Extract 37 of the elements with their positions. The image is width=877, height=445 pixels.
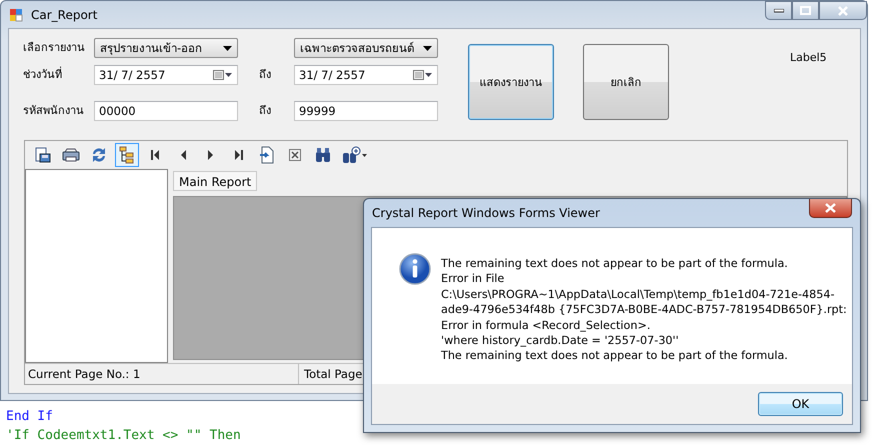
maximize-icon: [800, 6, 811, 15]
close-icon: [825, 203, 836, 213]
ok-button[interactable]: OK: [758, 392, 843, 416]
dialog-title: Crystal Report Windows Forms Viewer: [372, 206, 600, 220]
maximize-button[interactable]: [792, 1, 819, 20]
dropdown[interactable]: เฉพาะตรวจสอบรถยนต์: [294, 38, 438, 58]
code-line: End If: [6, 408, 54, 426]
field-label: รหัสพนักงาน: [23, 103, 85, 119]
status-text: Total Page: [303, 366, 362, 383]
field-label: ถึง: [258, 67, 272, 83]
caret-icon: [423, 46, 432, 50]
status-text: Current Page No.: 1: [25, 364, 299, 384]
field-label: เลือกรายงาน: [23, 40, 86, 56]
window-title: Car_Report: [31, 8, 98, 22]
code-line: 'If Codeemtxt1.Text <> "" Then: [6, 427, 242, 445]
field-label: ช่วงวันที่: [23, 66, 63, 83]
text-field[interactable]: 00000: [94, 101, 238, 121]
close-icon: [838, 6, 848, 16]
label: Label5: [790, 51, 827, 65]
date-picker[interactable]: 31/ 7/ 2557: [94, 65, 238, 85]
calendar-icon: [413, 70, 433, 80]
error-message: The remaining text does not appear to be part of the formula. Error in File C:\Users\PROGRA~1\AppData\Local\Temp\temp_fb1e1d04-721e-4854- ade9-4796e534f48b {75FC3D7A-B0BE-4ADC-B757-781954DB650F}.rpt: Error in formula <Record_Selection>. 'where history_cardb.Date = '2557-07-30'' The remaining text does not appear to be part of the formula.: [441, 256, 847, 364]
field-label: ถึง: [258, 103, 272, 119]
minimize-icon: [774, 8, 784, 12]
calendar-icon: [213, 70, 233, 80]
text-field[interactable]: 99999: [294, 101, 438, 121]
dropdown[interactable]: สรุปรายงานเข้า-ออก: [94, 38, 238, 58]
app-icon: [9, 8, 23, 22]
info-icon: [399, 253, 431, 285]
caret-icon: [223, 46, 232, 50]
report-tab[interactable]: Main Report: [173, 171, 258, 191]
date-picker[interactable]: 31/ 7/ 2557: [294, 65, 438, 85]
minimize-button[interactable]: [765, 1, 792, 20]
close-button[interactable]: [809, 199, 852, 218]
tree-icon[interactable]: [115, 143, 139, 167]
show-report-button[interactable]: แสดงรายงาน: [468, 44, 554, 120]
cancel-button[interactable]: ยกเลิก: [583, 44, 669, 120]
